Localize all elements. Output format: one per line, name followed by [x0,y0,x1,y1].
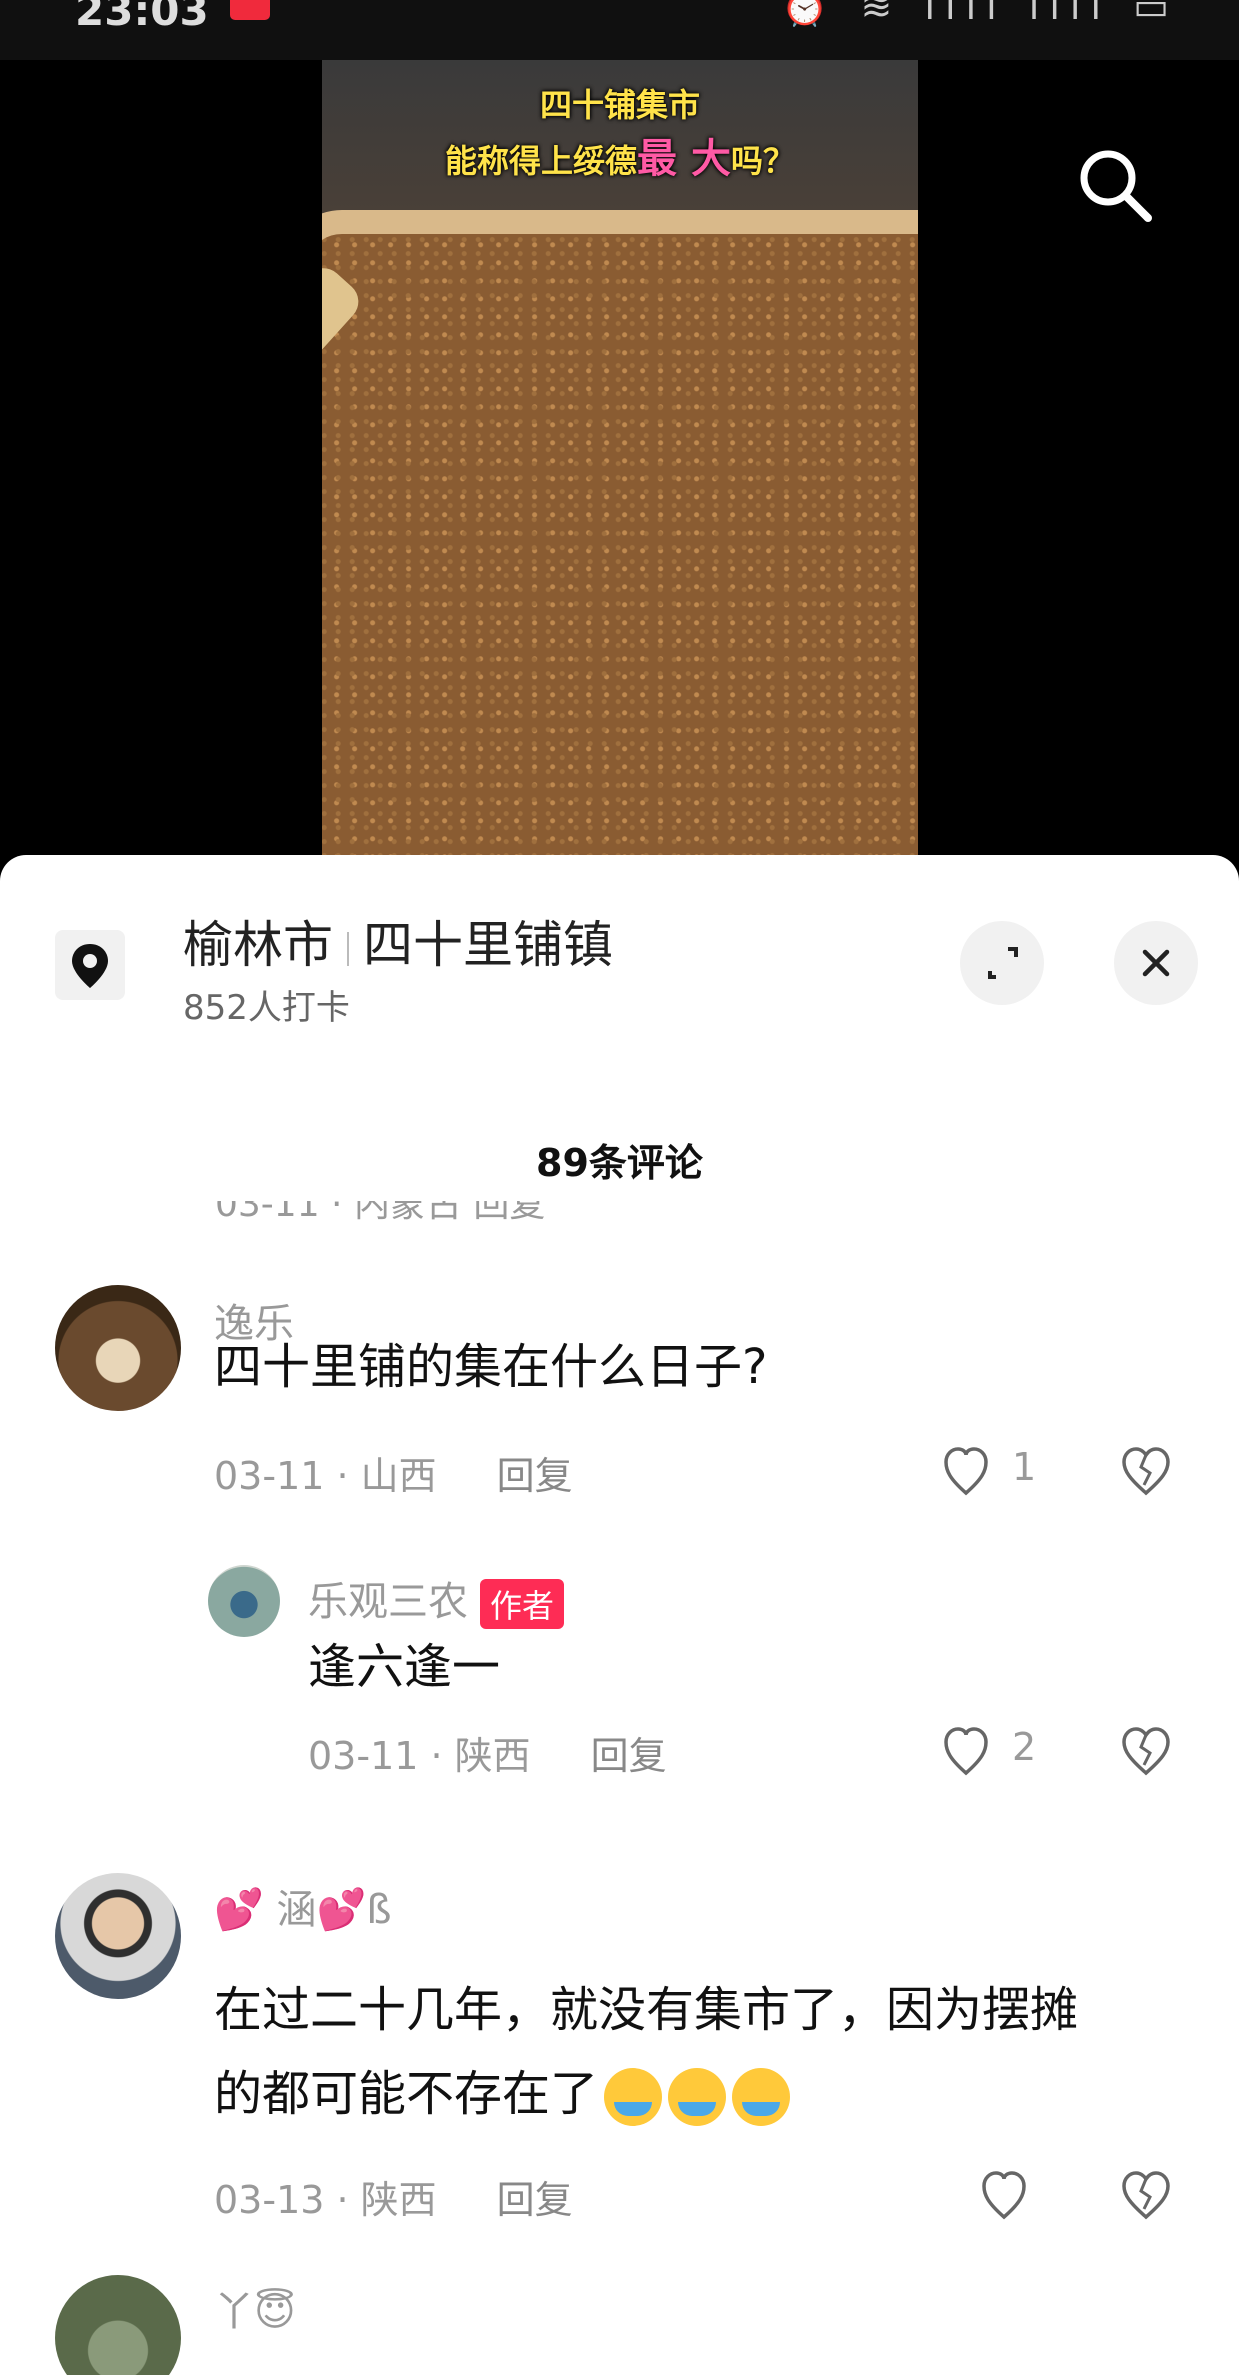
basket-image [322,210,918,860]
avatar[interactable] [55,1873,181,1999]
caption-line-1: 四十铺集市 [539,86,700,124]
comment-username[interactable]: 丫😇 [214,2279,296,2337]
like-icon[interactable] [940,1441,1020,1501]
crying-emoji-icon [604,2068,663,2126]
reply-button[interactable]: 回复 [497,1454,573,1498]
reply-button[interactable]: 回复 [497,2178,573,2222]
search-icon[interactable] [1070,140,1160,230]
avatar[interactable] [208,1565,280,1637]
notification-badge-icon [230,0,270,20]
dislike-icon[interactable] [1116,1721,1176,1781]
comments-count-title: 89条评论 [536,1141,703,1185]
like-count: 2 [1012,1725,1037,1769]
location-town: 四十里铺镇 [363,916,613,974]
crying-emoji-icon [668,2068,727,2126]
reply-date-region: 03-11 · 陕西 [308,1734,531,1778]
avatar[interactable] [55,1285,181,1411]
reply-username[interactable]: 乐观三农 作者 [308,1569,565,1629]
location-city: 榆林市 [183,916,333,974]
location-title[interactable]: 榆林市 四十里铺镇 [183,905,613,977]
caption-line-2: 能称得上绥德最 大吗？ [445,136,795,182]
reply-meta: 03-11 · 陕西 回复 [308,1725,667,1780]
video-caption: 四十铺集市 能称得上绥德最 大吗？ [322,80,918,184]
location-icon[interactable] [55,930,125,1000]
comment-text: 在过二十几年，就没有集市了，因为摆摊 的都可能不存在了 [214,1968,1174,2136]
dislike-icon[interactable] [1116,2165,1176,2225]
expand-icon [988,947,1018,979]
reply-button[interactable]: 回复 [591,1734,667,1778]
status-icons: ⏰ ≋ ıııı ıııı ▭ [781,0,1179,28]
status-time: 23:03 [75,0,209,35]
reply-text: 逢六逢一 [308,1639,501,1695]
checkin-count: 852人打卡 [183,988,350,1028]
crying-emoji-icon [732,2068,791,2126]
author-badge: 作者 [480,1579,565,1629]
video-frame[interactable]: 四十铺集市 能称得上绥德最 大吗？ [322,60,918,860]
comments-sheet: 榆林市 四十里铺镇 852人打卡 89条评论 03-11 · 内蒙古 回复 逸乐 … [0,855,1239,2375]
comment-item: 丫😇 [0,2275,1239,2375]
close-button[interactable] [1114,921,1198,1005]
like-count: 1 [1012,1445,1037,1489]
clipped-comment-row: 03-11 · 内蒙古 回复 [215,1201,546,1225]
status-bar: 23:03 ⏰ ≋ ıııı ıııı ▭ [0,0,1239,60]
video-player[interactable]: 四十铺集市 能称得上绥德最 大吗？ [0,60,1239,860]
comment-date-region: 03-13 · 陕西 [214,2178,437,2222]
avatar[interactable] [55,2275,181,2375]
expand-button[interactable] [960,921,1044,1005]
comment-meta: 03-11 · 山西 回复 [214,1445,573,1500]
like-icon[interactable] [978,2165,1058,2225]
comment-meta: 03-13 · 陕西 回复 [214,2169,573,2224]
dislike-icon[interactable] [1116,1441,1176,1501]
comment-date-region: 03-11 · 山西 [214,1454,437,1498]
comment-text: 四十里铺的集在什么日子? [214,1339,768,1395]
close-icon [1142,949,1170,977]
divider [347,931,349,966]
like-icon[interactable] [940,1721,1020,1781]
comment-username[interactable]: 💕 涵💕ß [214,1877,392,1935]
